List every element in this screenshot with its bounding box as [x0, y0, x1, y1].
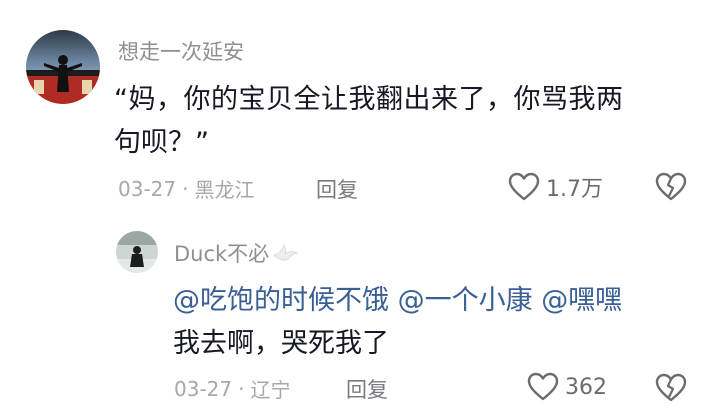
comment-like-count: 1.7万: [546, 177, 603, 202]
mention-link[interactable]: @嘿嘿: [541, 285, 622, 316]
mention-link[interactable]: @吃饱的时候不饿: [173, 285, 389, 316]
reply-meta: 03-27 · 辽宁: [174, 374, 290, 403]
comment-reply-button[interactable]: 回复: [316, 174, 358, 204]
comment-avatar[interactable]: [26, 30, 100, 104]
reply-location: 辽宁: [250, 378, 291, 402]
comment-text-line1: “妈，你的宝贝全让我翻出来了，你骂我两: [114, 84, 624, 115]
broken-heart-icon[interactable]: [655, 373, 687, 403]
mention-link[interactable]: @一个小康: [398, 285, 533, 316]
comment-like-button[interactable]: 1.7万: [508, 171, 603, 203]
meta-separator: ·: [182, 176, 189, 201]
reply-reply-button[interactable]: 回复: [346, 374, 388, 404]
dove-icon: [271, 242, 299, 264]
reply-text: 我去啊，哭死我了: [173, 328, 389, 359]
comment-text-line2: 句呗？”: [114, 127, 209, 158]
comment-date: 03-27: [118, 176, 177, 201]
comment-location: 黑龙江: [194, 178, 255, 202]
reply-like-button[interactable]: 362: [527, 372, 607, 402]
reply-mentions: @吃饱的时候不饿 @一个小康 @嘿嘿: [173, 279, 622, 322]
comment-username[interactable]: 想走一次延安: [118, 36, 244, 66]
reply-username[interactable]: Duck不必: [174, 238, 269, 268]
broken-heart-icon[interactable]: [655, 172, 687, 202]
meta-separator: ·: [238, 376, 245, 401]
reply-username-row: Duck不必: [174, 238, 299, 268]
reply-avatar[interactable]: [116, 231, 158, 273]
reply-date: 03-27: [174, 376, 233, 401]
heart-outline-icon: [527, 372, 559, 402]
comment-meta: 03-27 · 黑龙江: [118, 174, 254, 203]
reply-like-count: 362: [565, 374, 607, 400]
heart-outline-icon: [508, 172, 540, 202]
